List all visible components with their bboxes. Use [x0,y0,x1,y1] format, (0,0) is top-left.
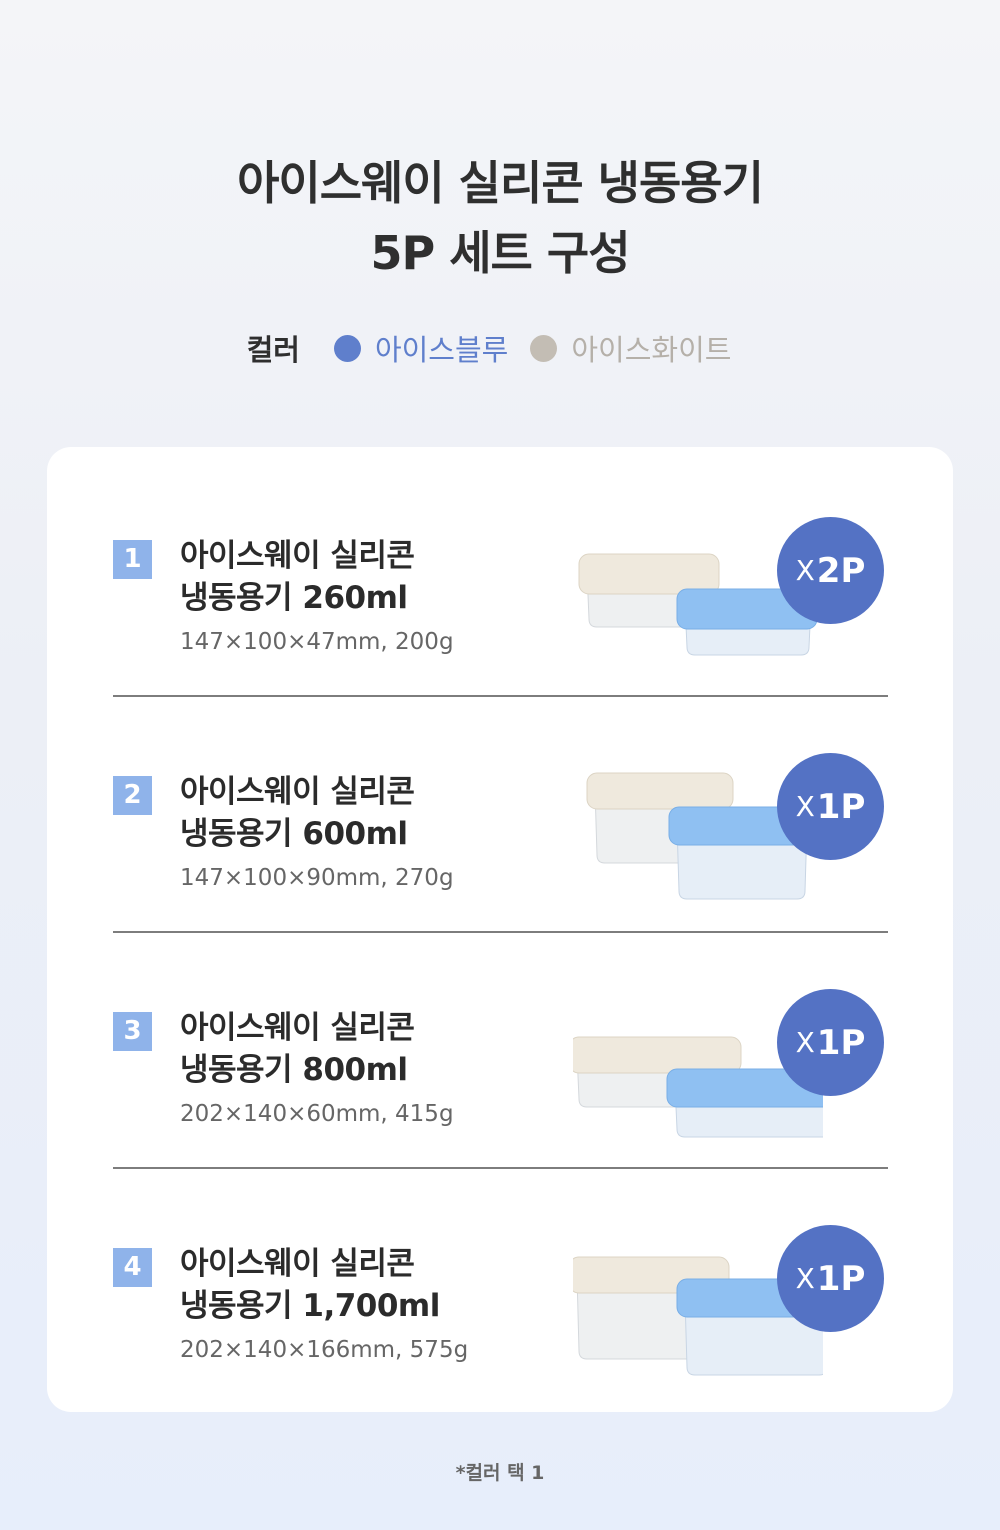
item-name: 아이스웨이 실리콘 냉동용기 260ml [180,535,415,619]
qty-value: 1P [816,786,866,827]
ice-blue-dot-icon [333,334,361,362]
quantity-badge: X 2P [777,517,884,624]
color-label: 컬러 [246,333,300,367]
item-name-line-1: 아이스웨이 실리콘 [180,1010,415,1046]
item-name-line-2: 냉동용기 260ml [180,580,408,616]
quantity-badge: X 1P [777,1225,884,1332]
qty-prefix: X [795,1262,815,1295]
item-spec: 147×100×90mm, 270g [180,865,454,891]
title-line-2: 5P 세트 구성 [370,226,630,280]
qty-value: 2P [816,550,866,591]
item-name-line-2: 냉동용기 600ml [180,816,408,852]
product-item: 2 아이스웨이 실리콘 냉동용기 600ml 147×100×90mm, 270… [113,705,888,941]
item-name: 아이스웨이 실리콘 냉동용기 800ml [180,1007,415,1091]
item-name: 아이스웨이 실리콘 냉동용기 1,700ml [180,1243,440,1327]
item-name: 아이스웨이 실리콘 냉동용기 600ml [180,771,415,855]
item-number: 1 [113,540,152,579]
item-name-line-1: 아이스웨이 실리콘 [180,774,415,810]
divider [113,931,888,933]
item-spec: 147×100×47mm, 200g [180,629,454,655]
color-option-name: 아이스화이트 [571,333,732,367]
qty-value: 1P [816,1258,866,1299]
divider [113,695,888,697]
set-composition-card: 1 아이스웨이 실리콘 냉동용기 260ml 147×100×47mm, 200… [47,447,953,1412]
item-name-line-2: 냉동용기 800ml [180,1052,408,1088]
item-spec: 202×140×60mm, 415g [180,1101,454,1127]
item-number: 3 [113,1012,152,1051]
divider [113,1167,888,1169]
title-line-1: 아이스웨이 실리콘 냉동용기 [237,156,764,210]
quantity-badge: X 1P [777,989,884,1096]
page-title: 아이스웨이 실리콘 냉동용기 5P 세트 구성 [0,148,1000,288]
item-number: 4 [113,1248,152,1287]
item-name-line-2: 냉동용기 1,700ml [180,1288,440,1324]
product-item: 1 아이스웨이 실리콘 냉동용기 260ml 147×100×47mm, 200… [113,469,888,705]
color-options: 컬러 아이스블루 아이스화이트 [0,328,1000,368]
item-spec: 202×140×166mm, 575g [180,1337,469,1363]
product-item: 4 아이스웨이 실리콘 냉동용기 1,700ml 202×140×166mm, … [113,1177,888,1413]
quantity-badge: X 1P [777,753,884,860]
product-item: 3 아이스웨이 실리콘 냉동용기 800ml 202×140×60mm, 415… [113,941,888,1177]
item-number: 2 [113,776,152,815]
qty-prefix: X [795,1026,815,1059]
qty-prefix: X [795,554,815,587]
item-name-line-1: 아이스웨이 실리콘 [180,538,415,574]
footnote: *컬러 택 1 [455,1462,545,1484]
ice-white-dot-icon [530,334,558,362]
color-option-ice-white: 아이스화이트 [530,327,731,369]
item-name-line-1: 아이스웨이 실리콘 [180,1246,415,1282]
qty-value: 1P [816,1022,866,1063]
color-option-name: 아이스블루 [374,333,509,367]
color-option-ice-blue: 아이스블루 [333,327,509,369]
qty-prefix: X [795,790,815,823]
